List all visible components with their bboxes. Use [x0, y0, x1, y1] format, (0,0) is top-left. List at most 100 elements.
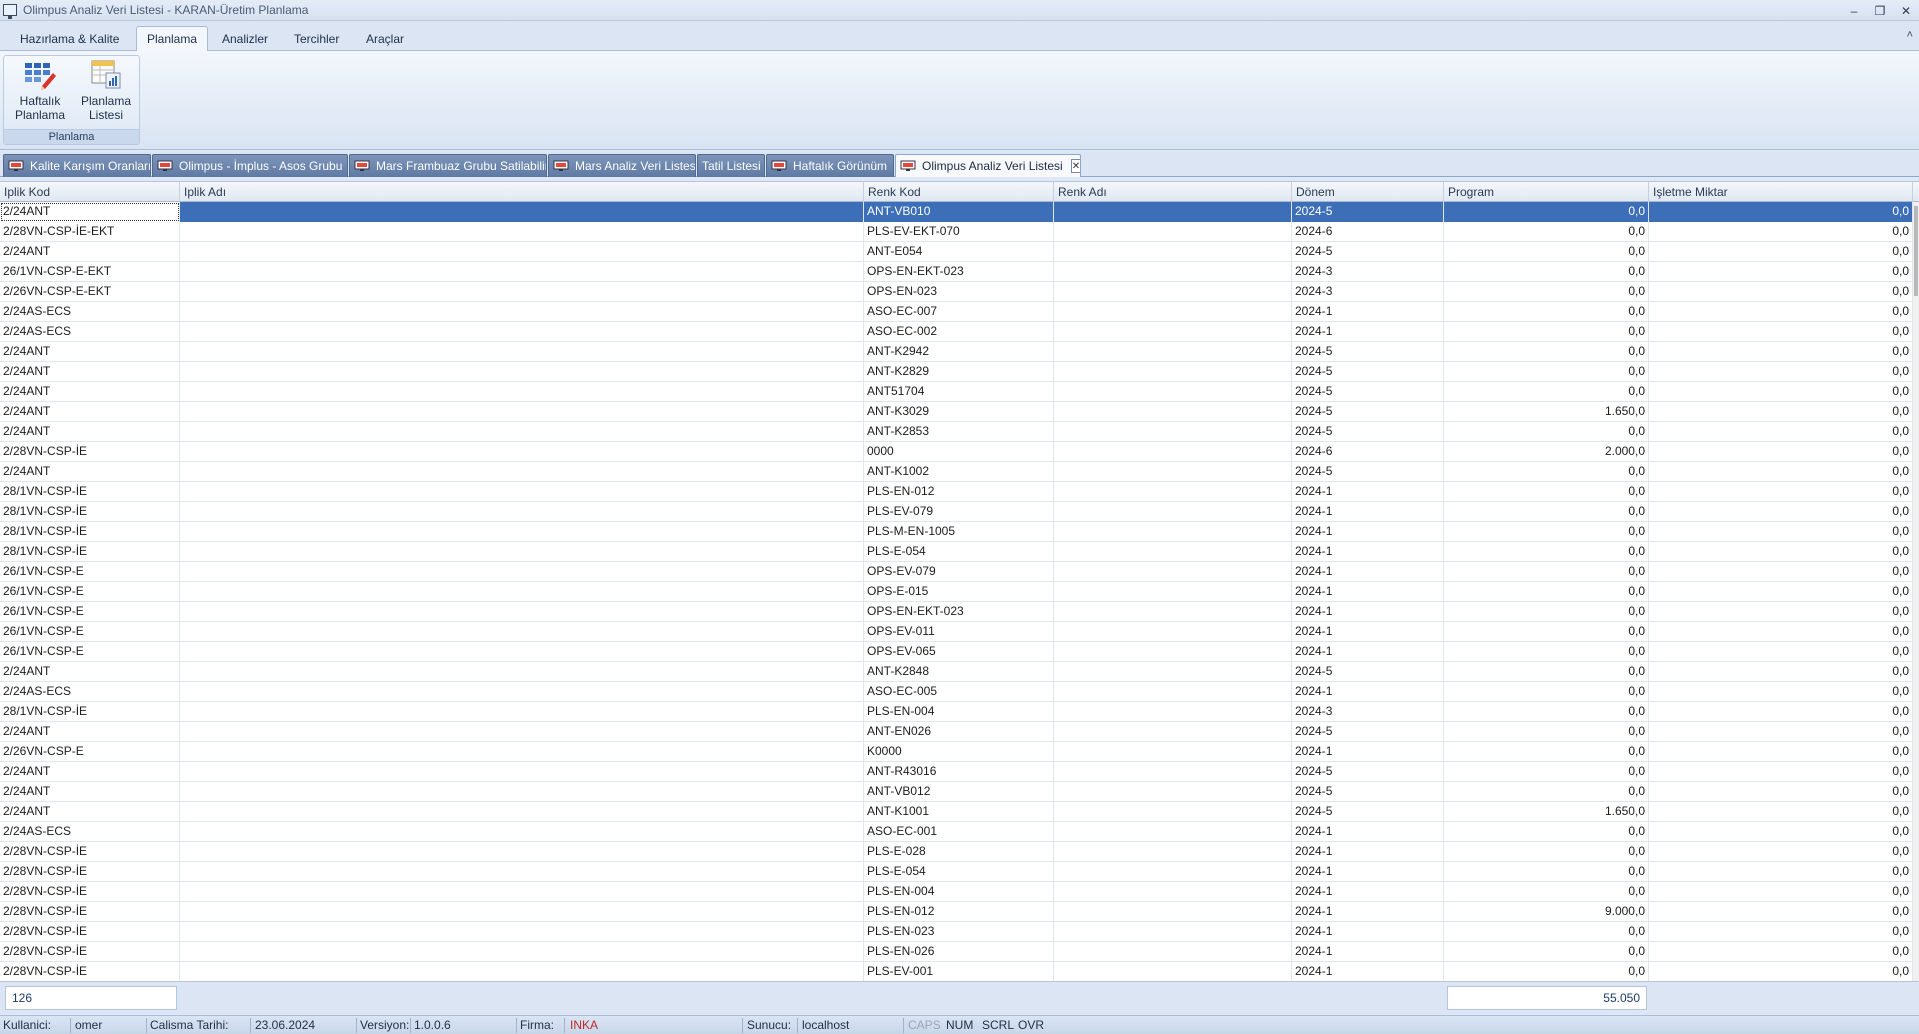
table-cell[interactable]	[1054, 922, 1292, 942]
table-cell[interactable]: 2024-1	[1292, 602, 1444, 622]
table-cell[interactable]	[1054, 542, 1292, 562]
restore-button[interactable]: ❐	[1867, 0, 1893, 21]
table-cell[interactable]: 28/1VN-CSP-İE	[0, 542, 180, 562]
table-cell[interactable]: 2/24ANT	[0, 342, 180, 362]
table-cell[interactable]: 2/24ANT	[0, 782, 180, 802]
table-cell[interactable]	[1054, 942, 1292, 962]
table-row[interactable]: 2/24AS-ECS ASO-EC-007 2024-1 0,0 0,0	[0, 302, 1919, 322]
table-row[interactable]: 2/28VN-CSP-İE PLS-EN-026 2024-1 0,0 0,0	[0, 942, 1919, 962]
table-cell[interactable]: 0,0	[1444, 522, 1649, 542]
table-cell[interactable]: 2024-1	[1292, 842, 1444, 862]
table-row[interactable]: 28/1VN-CSP-İE PLS-EN-012 2024-1 0,0 0,0	[0, 482, 1919, 502]
table-cell[interactable]	[180, 642, 864, 662]
table-cell[interactable]: 0,0	[1444, 322, 1649, 342]
table-cell[interactable]	[180, 242, 864, 262]
table-cell[interactable]: 2024-1	[1292, 942, 1444, 962]
table-cell[interactable]: ANT51704	[864, 382, 1054, 402]
column-header-isletme-miktar[interactable]: Işletme Miktar	[1649, 182, 1913, 202]
table-cell[interactable]	[180, 882, 864, 902]
table-cell[interactable]	[1054, 562, 1292, 582]
table-cell[interactable]	[1054, 902, 1292, 922]
table-cell[interactable]: 0,0	[1649, 642, 1913, 662]
table-cell[interactable]: 0,0	[1444, 682, 1649, 702]
table-cell[interactable]: 2024-1	[1292, 882, 1444, 902]
table-cell[interactable]	[180, 682, 864, 702]
table-cell[interactable]: 2/28VN-CSP-İE	[0, 842, 180, 862]
table-cell[interactable]: 2/24ANT	[0, 762, 180, 782]
table-cell[interactable]	[1054, 502, 1292, 522]
table-row[interactable]: 2/28VN-CSP-İE PLS-EV-001 2024-1 0,0 0,0	[0, 962, 1919, 981]
table-cell[interactable]: 2024-1	[1292, 962, 1444, 981]
table-cell[interactable]: ANT-K2848	[864, 662, 1054, 682]
table-cell[interactable]: 0,0	[1444, 502, 1649, 522]
table-cell[interactable]: ASO-EC-002	[864, 322, 1054, 342]
table-cell[interactable]: 0,0	[1444, 582, 1649, 602]
column-header-program[interactable]: Program	[1444, 182, 1649, 202]
tab-araclar[interactable]: Araçlar	[356, 26, 414, 51]
table-cell[interactable]: 2024-1	[1292, 682, 1444, 702]
table-cell[interactable]	[180, 522, 864, 542]
table-cell[interactable]	[180, 322, 864, 342]
table-cell[interactable]: 2024-1	[1292, 322, 1444, 342]
table-cell[interactable]: 0,0	[1649, 542, 1913, 562]
table-cell[interactable]: 28/1VN-CSP-İE	[0, 482, 180, 502]
table-row[interactable]: 2/24ANT ANT-R43016 2024-5 0,0 0,0	[0, 762, 1919, 782]
table-cell[interactable]	[1054, 782, 1292, 802]
table-cell[interactable]	[180, 942, 864, 962]
table-cell[interactable]	[1054, 222, 1292, 242]
table-row[interactable]: 2/24ANT ANT-K3029 2024-5 1.650,0 0,0	[0, 402, 1919, 422]
table-cell[interactable]	[1054, 382, 1292, 402]
table-cell[interactable]: 2024-1	[1292, 902, 1444, 922]
close-button[interactable]: ✕	[1893, 0, 1919, 21]
table-cell[interactable]: 0,0	[1444, 662, 1649, 682]
table-row[interactable]: 26/1VN-CSP-E OPS-EN-EKT-023 2024-1 0,0 0,0	[0, 602, 1919, 622]
table-cell[interactable]: 2/24AS-ECS	[0, 322, 180, 342]
table-cell[interactable]: 0,0	[1444, 942, 1649, 962]
table-cell[interactable]: 0,0	[1444, 702, 1649, 722]
table-row[interactable]: 2/28VN-CSP-İE PLS-EN-004 2024-1 0,0 0,0	[0, 882, 1919, 902]
doc-tab-olimpus-analiz[interactable]: Olimpus Analiz Veri Listesi ✕	[895, 154, 1081, 177]
table-cell[interactable]: 0,0	[1649, 362, 1913, 382]
vertical-scrollbar[interactable]	[1913, 202, 1919, 981]
column-header-renk-kod[interactable]: Renk Kod	[864, 182, 1054, 202]
table-cell[interactable]	[1054, 202, 1292, 222]
table-cell[interactable]	[180, 862, 864, 882]
table-cell[interactable]: 2024-1	[1292, 302, 1444, 322]
table-cell[interactable]	[180, 222, 864, 242]
table-cell[interactable]: 0,0	[1444, 362, 1649, 382]
table-cell[interactable]: 2024-1	[1292, 562, 1444, 582]
table-cell[interactable]: 2/24ANT	[0, 362, 180, 382]
table-cell[interactable]: 0,0	[1649, 522, 1913, 542]
table-cell[interactable]: 2/28VN-CSP-İE	[0, 962, 180, 981]
table-cell[interactable]: 0000	[864, 442, 1054, 462]
table-cell[interactable]: 26/1VN-CSP-E	[0, 602, 180, 622]
table-cell[interactable]	[180, 902, 864, 922]
table-cell[interactable]	[1054, 662, 1292, 682]
table-cell[interactable]: 0,0	[1649, 442, 1913, 462]
table-cell[interactable]: PLS-EN-026	[864, 942, 1054, 962]
table-cell[interactable]: OPS-EN-EKT-023	[864, 262, 1054, 282]
table-row[interactable]: 2/24AS-ECS ASO-EC-005 2024-1 0,0 0,0	[0, 682, 1919, 702]
table-cell[interactable]	[180, 922, 864, 942]
table-cell[interactable]: 2024-3	[1292, 282, 1444, 302]
table-cell[interactable]: 2024-5	[1292, 802, 1444, 822]
table-row[interactable]: 2/24ANT ANT-K2848 2024-5 0,0 0,0	[0, 662, 1919, 682]
table-cell[interactable]	[180, 962, 864, 981]
table-cell[interactable]: 0,0	[1649, 582, 1913, 602]
table-cell[interactable]: PLS-E-054	[864, 862, 1054, 882]
table-row[interactable]: 2/28VN-CSP-İE PLS-E-028 2024-1 0,0 0,0	[0, 842, 1919, 862]
table-cell[interactable]: 2/26VN-CSP-E	[0, 742, 180, 762]
table-cell[interactable]: OPS-EV-065	[864, 642, 1054, 662]
table-cell[interactable]: 2024-5	[1292, 382, 1444, 402]
table-cell[interactable]: 0,0	[1649, 282, 1913, 302]
table-row[interactable]: 28/1VN-CSP-İE PLS-EV-079 2024-1 0,0 0,0	[0, 502, 1919, 522]
table-cell[interactable]: 0,0	[1649, 422, 1913, 442]
table-cell[interactable]: 0,0	[1649, 202, 1913, 222]
table-cell[interactable]: 0,0	[1649, 342, 1913, 362]
table-cell[interactable]: ANT-E054	[864, 242, 1054, 262]
table-row[interactable]: 2/26VN-CSP-E-EKT OPS-EN-023 2024-3 0,0 0,0	[0, 282, 1919, 302]
table-cell[interactable]: 26/1VN-CSP-E	[0, 622, 180, 642]
table-cell[interactable]: 26/1VN-CSP-E	[0, 642, 180, 662]
table-cell[interactable]	[1054, 482, 1292, 502]
table-cell[interactable]	[180, 542, 864, 562]
